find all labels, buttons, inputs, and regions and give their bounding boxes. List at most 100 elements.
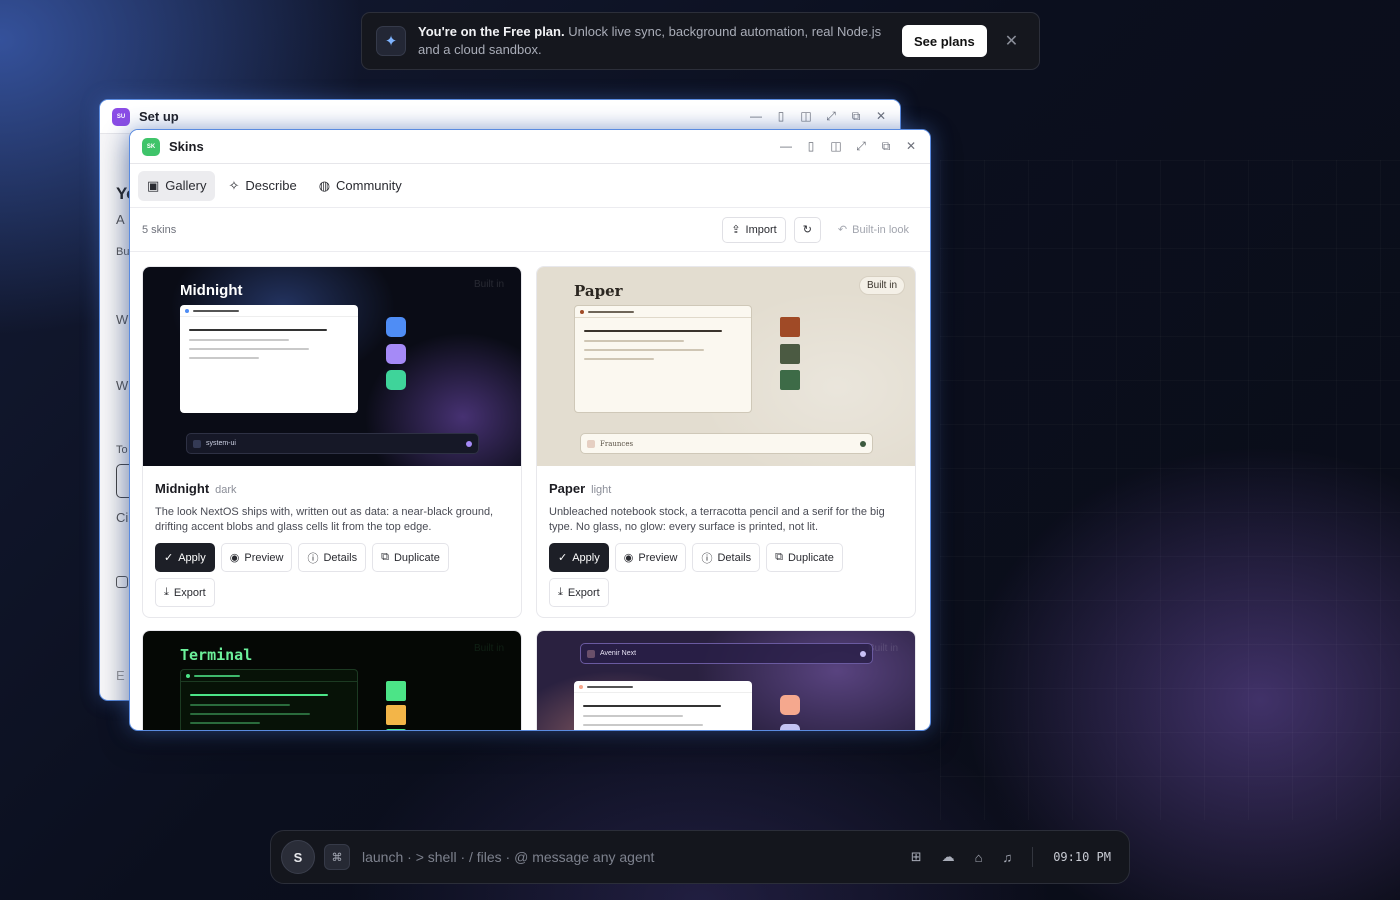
mini-line bbox=[190, 694, 328, 696]
mini-line bbox=[584, 358, 654, 360]
skin-count: 5 skins bbox=[142, 223, 177, 236]
duplicate-button[interactable]: ⧉ Duplicate bbox=[766, 543, 843, 572]
copy-icon: ⧉ bbox=[775, 551, 783, 563]
background-grid bbox=[940, 160, 1400, 820]
skin-card-avenir[interactable]: Built in Avenir Next bbox=[536, 630, 916, 730]
gallery-icon: ▣ bbox=[147, 177, 160, 193]
mini-window-bar bbox=[180, 305, 358, 317]
split-view-icon[interactable]: ◫ bbox=[829, 139, 843, 154]
duplicate-button[interactable]: ⧉ Duplicate bbox=[372, 543, 449, 572]
split-view-icon[interactable]: ◫ bbox=[799, 109, 813, 124]
apps-grid-icon[interactable]: ⊞ bbox=[911, 849, 922, 865]
mini-dock: Fraunces bbox=[580, 433, 873, 454]
refresh-icon: ↻ bbox=[802, 224, 812, 236]
action-label: Preview bbox=[638, 551, 678, 564]
mini-dock-font: Fraunces bbox=[600, 439, 634, 448]
action-label: Duplicate bbox=[393, 551, 440, 564]
export-button[interactable]: ⤓ Export bbox=[549, 578, 609, 607]
check-icon: ✓ bbox=[558, 552, 568, 564]
setup-label-fragment: Ci bbox=[116, 510, 129, 525]
minimize-icon[interactable]: — bbox=[749, 109, 763, 124]
minimize-icon[interactable]: — bbox=[779, 139, 793, 154]
cloud-off-icon[interactable]: ☁ bbox=[942, 849, 955, 865]
tab-gallery[interactable]: ▣ Gallery bbox=[138, 170, 216, 201]
builtin-look-label: Built-in look bbox=[852, 223, 909, 236]
eye-icon: ◉ bbox=[623, 552, 634, 564]
pop-out-icon[interactable]: ⧉ bbox=[849, 109, 863, 124]
tab-community[interactable]: ◍ Community bbox=[310, 171, 411, 201]
mini-line bbox=[583, 715, 683, 717]
setup-label-fragment: To bbox=[116, 444, 128, 456]
undo-icon: ↶ bbox=[837, 224, 848, 236]
mini-line bbox=[189, 339, 289, 341]
mini-line bbox=[189, 357, 259, 359]
setup-checkbox[interactable] bbox=[116, 576, 128, 588]
banner-message: You're on the Free plan. Unlock live syn… bbox=[418, 23, 888, 59]
mini-dock-font: system-ui bbox=[206, 440, 236, 447]
tab-label: Describe bbox=[245, 178, 297, 193]
close-icon[interactable]: ✕ bbox=[904, 139, 918, 154]
setup-label-fragment: W bbox=[116, 378, 129, 393]
skins-app-badge: SK bbox=[142, 137, 160, 156]
skin-name: Paper bbox=[549, 481, 586, 496]
see-plans-button[interactable]: See plans bbox=[902, 25, 987, 57]
card-heading: Paper light bbox=[549, 480, 903, 498]
details-button[interactable]: ⓘ Details bbox=[298, 543, 367, 572]
action-label: Apply bbox=[178, 551, 206, 564]
terminal-preview[interactable]: Terminal Built in bbox=[143, 631, 521, 730]
action-label: Details bbox=[717, 551, 752, 564]
avenir-preview[interactable]: Built in Avenir Next bbox=[537, 631, 915, 730]
accent-swatch bbox=[780, 724, 800, 730]
robot-icon[interactable]: ⌂ bbox=[975, 850, 983, 865]
command-dock: S ⌘ launch · > shell · / files · @ messa… bbox=[270, 830, 1130, 884]
accent-swatch bbox=[386, 729, 406, 730]
export-button[interactable]: ⤓ Export bbox=[155, 578, 215, 607]
apply-button[interactable]: ✓ Apply bbox=[549, 543, 609, 572]
action-label: Export bbox=[173, 586, 206, 599]
mini-line bbox=[189, 348, 309, 350]
accent-swatch bbox=[386, 681, 406, 701]
maximize-icon[interactable]: ⤢ bbox=[854, 139, 868, 154]
avatar[interactable]: S bbox=[281, 840, 315, 874]
sparkle-icon: ✧ bbox=[228, 177, 240, 193]
banner-lead: You're on the Free plan. bbox=[418, 24, 565, 39]
skins-window[interactable]: SK Skins — ▯ ◫ ⤢ ⧉ ✕ ▣ Gallery ✧ Describ… bbox=[129, 129, 931, 731]
builtin-look-button[interactable]: ↶ Built-in look bbox=[828, 216, 918, 243]
accent-swatch bbox=[780, 370, 800, 390]
close-icon[interactable]: ✕ bbox=[874, 109, 888, 124]
skin-card-paper[interactable]: Paper Built in Fraunces Paper light Unbl… bbox=[536, 266, 916, 618]
apply-button[interactable]: ✓ Apply bbox=[155, 543, 215, 572]
midnight-preview[interactable]: Midnight Built in system-ui bbox=[143, 267, 521, 466]
paper-preview[interactable]: Paper Built in Fraunces bbox=[537, 267, 915, 466]
tab-describe[interactable]: ✧ Describe bbox=[219, 171, 305, 201]
card-actions: ✓ Apply ◉ Preview ⓘ Details ⧉ Duplicate ⤓ Exp… bbox=[549, 543, 903, 607]
preview-button[interactable]: ◉ Preview bbox=[220, 543, 293, 572]
bell-icon[interactable]: ♫ bbox=[1002, 850, 1012, 865]
check-icon: ✓ bbox=[164, 552, 174, 564]
refresh-button[interactable]: ↻ bbox=[793, 216, 821, 243]
skins-titlebar[interactable]: SK Skins — ▯ ◫ ⤢ ⧉ ✕ bbox=[130, 130, 930, 164]
tab-label: Community bbox=[336, 178, 402, 193]
skin-card-midnight[interactable]: Midnight Built in system-ui Midnight dar… bbox=[142, 266, 522, 618]
mini-dock-font: Avenir Next bbox=[600, 650, 637, 657]
maximize-icon[interactable]: ⤢ bbox=[824, 109, 838, 124]
action-label: Details bbox=[323, 551, 358, 564]
close-icon[interactable]: ✕ bbox=[1005, 31, 1018, 51]
action-label: Export bbox=[567, 586, 600, 599]
skins-tabs: ▣ Gallery ✧ Describe ◍ Community bbox=[130, 164, 930, 208]
command-input[interactable]: launch · > shell · / files · @ message a… bbox=[362, 849, 882, 865]
pop-out-icon[interactable]: ⧉ bbox=[879, 139, 893, 154]
sidebar-left-icon[interactable]: ▯ bbox=[774, 109, 788, 124]
mini-window bbox=[180, 669, 358, 730]
import-button[interactable]: ⇪ Import bbox=[722, 216, 786, 243]
sparkle-icon: ✦ bbox=[376, 26, 406, 56]
dock-divider bbox=[1032, 847, 1034, 867]
command-key-icon: ⌘ bbox=[324, 844, 350, 870]
upgrade-banner: ✦ You're on the Free plan. Unlock live s… bbox=[361, 12, 1040, 70]
details-button[interactable]: ⓘ Details bbox=[692, 543, 761, 572]
accent-swatch bbox=[780, 317, 800, 337]
skin-description: Unbleached notebook stock, a terracotta … bbox=[549, 506, 885, 533]
sidebar-left-icon[interactable]: ▯ bbox=[804, 139, 818, 154]
skin-card-terminal[interactable]: Terminal Built in bbox=[142, 630, 522, 730]
preview-button[interactable]: ◉ Preview bbox=[614, 543, 687, 572]
